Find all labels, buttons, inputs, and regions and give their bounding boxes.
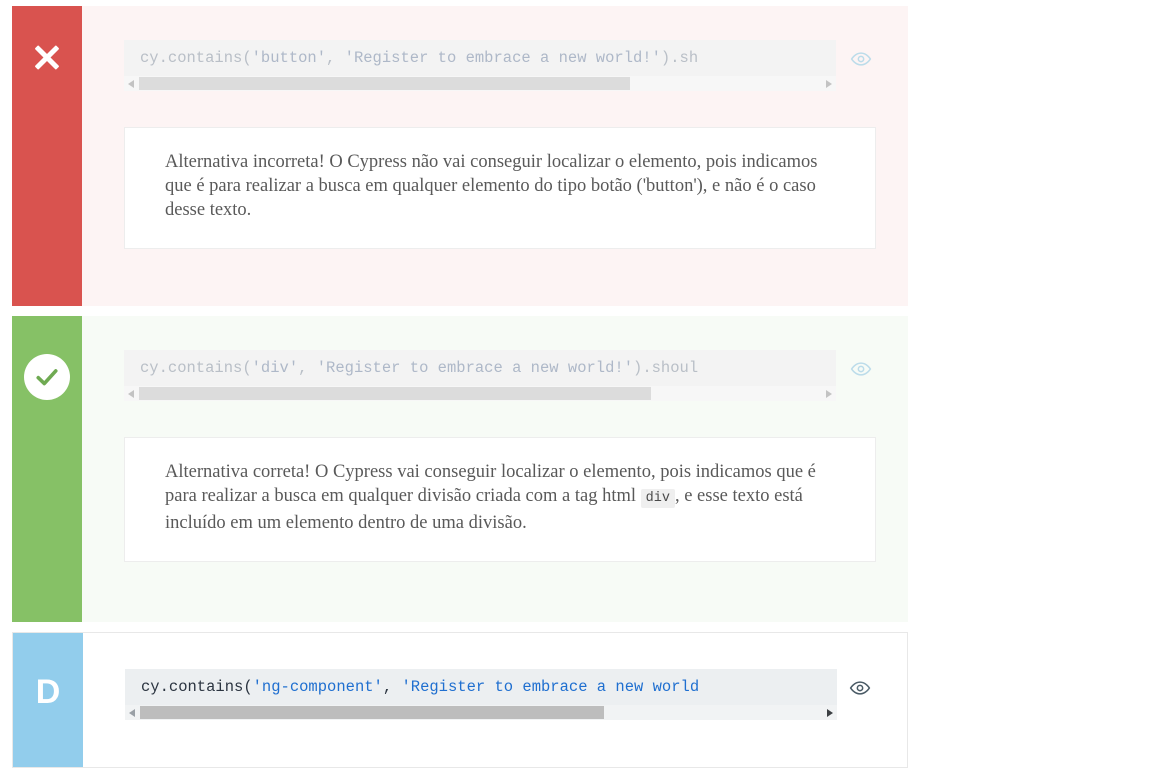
scroll-right-arrow-icon[interactable] xyxy=(821,76,836,91)
code-token-separator: , xyxy=(326,49,345,67)
code-token-selector: 'button' xyxy=(251,49,327,67)
explanation-text: Alternativa incorreta! O Cypress não vai… xyxy=(165,152,818,220)
scroll-right-arrow-icon[interactable] xyxy=(821,386,836,401)
scrollbar-track[interactable] xyxy=(139,77,821,90)
code-snippet[interactable]: cy.contains('ng-component', 'Register to… xyxy=(125,669,837,705)
alternative-body: cy.contains('div', 'Register to embrace … xyxy=(82,316,908,622)
alternative-body: cy.contains('button', 'Register to embra… xyxy=(82,6,908,306)
eye-icon[interactable] xyxy=(849,677,871,699)
code-snippet[interactable]: cy.contains('button', 'Register to embra… xyxy=(124,40,836,76)
alternative-card-correct[interactable]: cy.contains('div', 'Register to embrace … xyxy=(12,316,908,622)
code-row: cy.contains('ng-component', 'Register to… xyxy=(83,633,907,720)
check-circle-icon xyxy=(24,354,70,400)
code-token-prefix: cy.contains( xyxy=(140,359,252,377)
scrollbar-thumb[interactable] xyxy=(139,77,631,90)
alternative-card-d[interactable]: D cy.contains('ng-component', 'Register … xyxy=(12,632,908,768)
scrollbar-thumb[interactable] xyxy=(140,706,604,719)
marker-strip-d: D xyxy=(13,633,83,767)
code-token-suffix: ).shoul xyxy=(633,359,699,377)
code-token-text: 'Register to embrace a new world xyxy=(401,678,700,696)
code-block-wrapper: cy.contains('ng-component', 'Register to… xyxy=(125,669,837,720)
code-token-prefix: cy.contains( xyxy=(140,49,252,67)
alternative-card-incorrect[interactable]: cy.contains('button', 'Register to embra… xyxy=(12,6,908,306)
scrollbar-track[interactable] xyxy=(139,387,821,400)
code-row: cy.contains('button', 'Register to embra… xyxy=(82,6,908,91)
explanation-box: Alternativa incorreta! O Cypress não vai… xyxy=(124,127,876,249)
code-token-separator: , xyxy=(382,678,402,696)
code-row: cy.contains('div', 'Register to embrace … xyxy=(82,316,908,401)
scrollbar-thumb[interactable] xyxy=(139,387,651,400)
code-token-text: 'Register to embrace a new world!' xyxy=(344,49,661,67)
scroll-left-arrow-icon[interactable] xyxy=(124,76,139,91)
code-token-text: 'Register to embrace a new world!' xyxy=(316,359,634,377)
alternatives-page: cy.contains('button', 'Register to embra… xyxy=(0,0,1152,770)
scroll-left-arrow-icon[interactable] xyxy=(125,705,140,720)
inline-code-div: div xyxy=(640,489,675,508)
eye-icon[interactable] xyxy=(850,48,872,70)
explanation-text: Alternativa correta! O Cypress vai conse… xyxy=(165,460,837,535)
close-icon xyxy=(30,40,64,74)
horizontal-scrollbar[interactable] xyxy=(124,76,836,91)
code-token-suffix: ).sh xyxy=(660,49,699,67)
scrollbar-track[interactable] xyxy=(140,706,822,719)
code-snippet[interactable]: cy.contains('div', 'Register to embrace … xyxy=(124,350,836,386)
scroll-left-arrow-icon[interactable] xyxy=(124,386,139,401)
marker-strip-correct xyxy=(12,316,82,622)
code-block-wrapper: cy.contains('button', 'Register to embra… xyxy=(124,40,836,91)
horizontal-scrollbar[interactable] xyxy=(124,386,836,401)
code-token-selector: 'ng-component' xyxy=(252,678,383,696)
code-token-separator: , xyxy=(298,359,317,377)
eye-icon[interactable] xyxy=(850,358,872,380)
scroll-right-arrow-icon[interactable] xyxy=(822,705,837,720)
explanation-box: Alternativa correta! O Cypress vai conse… xyxy=(124,437,876,562)
alternative-body: cy.contains('ng-component', 'Register to… xyxy=(83,633,907,767)
code-token-prefix: cy.contains( xyxy=(141,678,253,696)
alternative-letter-badge: D xyxy=(35,673,61,711)
marker-strip-incorrect xyxy=(12,6,82,306)
code-token-selector: 'div' xyxy=(251,359,299,377)
horizontal-scrollbar[interactable] xyxy=(125,705,837,720)
code-block-wrapper: cy.contains('div', 'Register to embrace … xyxy=(124,350,836,401)
